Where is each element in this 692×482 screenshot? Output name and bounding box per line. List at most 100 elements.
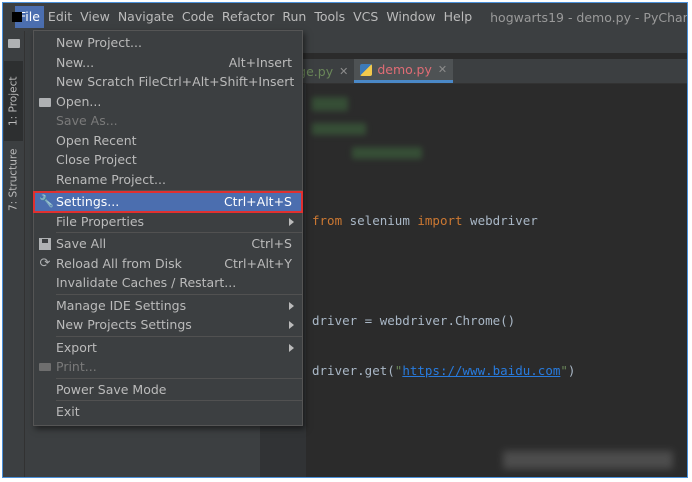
- menu-item-label: Open...: [56, 93, 102, 109]
- menu-item-save-as: Save As...: [34, 111, 302, 131]
- save-icon: [39, 238, 51, 250]
- code-line: driver.get("https://www.baidu.com"): [312, 361, 575, 381]
- menu-view[interactable]: View: [76, 6, 114, 28]
- window-title: hogwarts19 - demo.py - PyCharm: [490, 9, 688, 25]
- menu-separator: [56, 293, 302, 295]
- close-icon[interactable]: ✕: [438, 63, 447, 76]
- submenu-arrow-icon: [289, 301, 294, 310]
- url-link[interactable]: https://www.baidu.com: [402, 363, 560, 378]
- menu-item-close-project[interactable]: Close Project: [34, 150, 302, 170]
- left-tool-strip: 1: Project 7: Structure: [3, 31, 25, 477]
- close-icon[interactable]: ✕: [339, 65, 348, 78]
- menu-item-file-properties[interactable]: File Properties: [34, 212, 302, 232]
- code-token: driver = webdriver.Chrome(): [312, 313, 516, 328]
- code-line: driver = webdriver.Chrome(): [312, 311, 575, 331]
- reload-icon: ⟳: [39, 255, 51, 271]
- keyword: import: [417, 213, 463, 228]
- editor-area: t image.py ✕ demo.py ✕ from selenium imp…: [260, 31, 687, 477]
- navigation-bar: [260, 31, 687, 53]
- menu-navigate[interactable]: Navigate: [114, 6, 178, 28]
- menu-item-reload-all[interactable]: ⟳ Reload All from Disk Ctrl+Alt+Y: [34, 254, 302, 274]
- menu-code[interactable]: Code: [178, 6, 218, 28]
- menu-item-export[interactable]: Export: [34, 338, 302, 358]
- menu-run[interactable]: Run: [278, 6, 310, 28]
- menu-item-label: Invalidate Caches / Restart...: [56, 275, 237, 290]
- menu-item-label: Exit: [56, 404, 80, 419]
- menu-item-print: Print...: [34, 357, 302, 377]
- blurred-watermark: [503, 451, 673, 469]
- blurred-region: [312, 97, 348, 111]
- tab-label: demo.py: [377, 62, 432, 77]
- menu-item-power-save-mode[interactable]: Power Save Mode: [34, 380, 302, 400]
- code-token: selenium: [342, 213, 418, 228]
- menu-item-manage-ide-settings[interactable]: Manage IDE Settings: [34, 296, 302, 316]
- string-quote: ": [560, 363, 568, 378]
- menu-tools[interactable]: Tools: [310, 6, 349, 28]
- menu-item-label: Open Recent: [56, 132, 137, 148]
- menu-separator: [56, 377, 302, 379]
- menu-item-label: Export: [56, 339, 97, 355]
- code-token: ): [567, 363, 576, 378]
- folder-icon[interactable]: [8, 39, 20, 48]
- menu-item-open-recent[interactable]: Open Recent: [34, 131, 302, 151]
- menu-item-label: New Projects Settings: [56, 317, 192, 332]
- submenu-arrow-icon: [289, 321, 294, 329]
- shortcut-label: Ctrl+Alt+Y: [224, 255, 292, 271]
- shortcut-label: Ctrl+S: [251, 236, 292, 251]
- code-token: webdriver: [462, 213, 538, 228]
- code-editor[interactable]: from selenium import webdriver driver = …: [312, 181, 575, 411]
- menu-item-label: Manage IDE Settings: [56, 297, 187, 313]
- menu-item-label: Settings...: [56, 194, 120, 209]
- menu-item-new[interactable]: New... Alt+Insert: [34, 53, 302, 73]
- menu-window[interactable]: Window: [382, 6, 439, 28]
- blurred-region: [352, 147, 422, 159]
- menu-item-new-scratch-file[interactable]: New Scratch File Ctrl+Alt+Shift+Insert: [34, 72, 302, 92]
- shortcut-label: Ctrl+Alt+Shift+Insert: [159, 74, 295, 89]
- print-icon: [39, 363, 51, 371]
- code-token: driver.get(: [312, 363, 395, 378]
- shortcut-label: Alt+Insert: [228, 54, 292, 70]
- menu-help[interactable]: Help: [440, 6, 477, 28]
- menu-item-label: New Scratch File: [56, 74, 160, 89]
- wrench-icon: 🔧: [39, 194, 54, 208]
- python-file-icon: [360, 63, 373, 76]
- menu-item-label: New...: [56, 54, 95, 70]
- blurred-region: [312, 123, 366, 135]
- menu-item-settings[interactable]: 🔧 Settings... Ctrl+Alt+S: [33, 191, 303, 213]
- menu-item-label: Save As...: [56, 113, 118, 128]
- editor-tabs: t image.py ✕ demo.py ✕: [260, 59, 687, 84]
- menu-bar: File Edit View Navigate Code Refactor Ru…: [3, 3, 687, 32]
- ide-window: File Edit View Navigate Code Refactor Ru…: [2, 2, 688, 478]
- menu-item-label: Save All: [56, 236, 107, 251]
- menu-separator: [56, 335, 302, 337]
- code-line: from selenium import webdriver: [312, 211, 575, 231]
- menu-vcs[interactable]: VCS: [349, 6, 382, 28]
- menu-item-exit[interactable]: Exit: [34, 402, 302, 422]
- menu-item-save-all[interactable]: Save All Ctrl+S: [34, 234, 302, 254]
- menu-item-new-projects-settings[interactable]: New Projects Settings: [34, 315, 302, 335]
- menu-edit[interactable]: Edit: [44, 6, 76, 28]
- submenu-arrow-icon: [289, 343, 294, 352]
- submenu-arrow-icon: [289, 217, 294, 226]
- menu-refactor[interactable]: Refactor: [218, 6, 278, 28]
- shortcut-label: Ctrl+Alt+S: [223, 194, 292, 209]
- menu-item-label: New Project...: [56, 35, 142, 50]
- menu-item-open[interactable]: Open...: [34, 92, 302, 112]
- menu-separator: [56, 232, 302, 233]
- menu-item-label: Rename Project...: [56, 171, 166, 187]
- menu-item-rename-project[interactable]: Rename Project...: [34, 170, 302, 190]
- file-menu-dropdown: New Project... New... Alt+Insert New Scr…: [33, 30, 303, 426]
- tab-demo-py[interactable]: demo.py ✕: [354, 59, 454, 83]
- menu-item-label: Power Save Mode: [56, 381, 167, 397]
- menu-separator: [56, 190, 302, 191]
- menu-item-label: Close Project: [56, 152, 137, 167]
- folder-icon: [39, 97, 51, 107]
- keyword: from: [312, 213, 343, 228]
- structure-tool-tab[interactable]: 7: Structure: [4, 143, 23, 217]
- menu-item-label: Print...: [56, 359, 97, 374]
- menu-separator: [56, 400, 302, 401]
- menu-item-invalidate-caches[interactable]: Invalidate Caches / Restart...: [34, 273, 302, 293]
- project-tool-tab[interactable]: 1: Project: [4, 61, 23, 141]
- menu-item-new-project[interactable]: New Project...: [34, 33, 302, 53]
